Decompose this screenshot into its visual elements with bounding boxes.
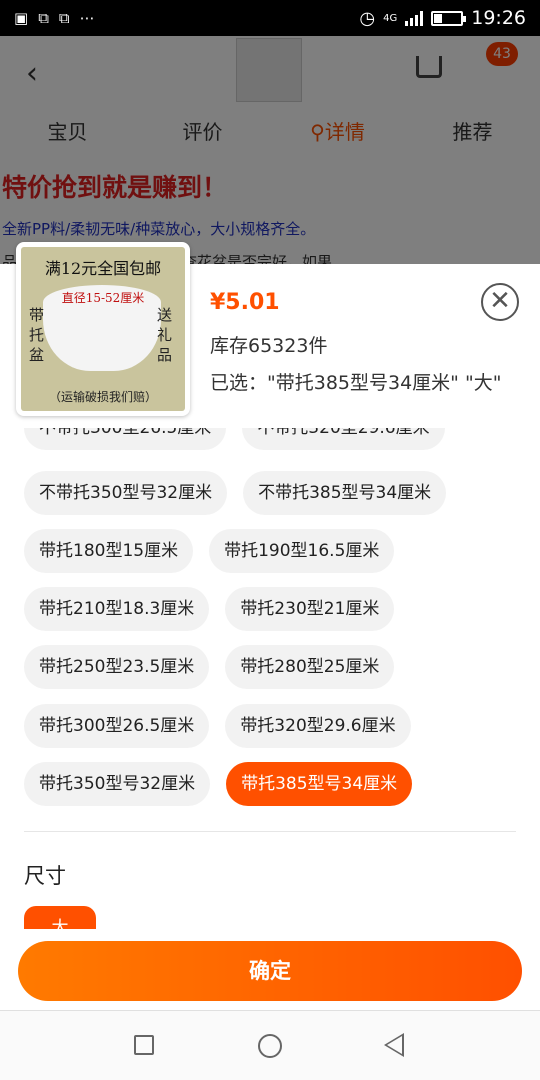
option-chip[interactable]: 带托230型21厘米 <box>225 587 395 631</box>
price: ¥5.01 <box>210 290 280 315</box>
status-bar: ▣ ⧉ ⧉ ⋯ ◷ 4G 19:26 <box>0 0 540 36</box>
cast-icon: ⧉ <box>58 9 70 27</box>
close-icon: ✕ <box>489 286 511 316</box>
option-row: 带托180型15厘米 带托190型16.5厘米 <box>24 529 395 573</box>
option-chip[interactable]: 带托250型23.5厘米 <box>24 645 210 689</box>
close-button[interactable]: ✕ <box>481 283 519 321</box>
network-label: 4G <box>383 12 398 24</box>
photo-caption-size: 直径15-52厘米 <box>61 291 145 305</box>
selected-summary: 已选："带托385型号34厘米" "大" <box>210 372 502 394</box>
cast-icon: ⧉ <box>38 9 49 27</box>
notification-icons: ▣ ⧉ ⧉ ⋯ <box>14 9 95 27</box>
product-photo: 满12元全国包邮 直径15-52厘米 带托盆 送礼品 （运输破损我们赔） <box>21 247 185 411</box>
option-chip[interactable]: 带托280型25厘米 <box>225 645 395 689</box>
photo-caption-left: 带托盆 <box>29 306 45 364</box>
options-scroll-area[interactable]: 不带托300型26.5厘米 不带托320型29.6厘米 不带托350型号32厘米… <box>0 428 540 929</box>
home-icon[interactable] <box>258 1034 282 1058</box>
option-row: 带托350型号32厘米 带托385型号34厘米 <box>24 762 413 806</box>
option-row: 带托300型26.5厘米 带托320型29.6厘米 <box>24 704 411 748</box>
size-chip-selected[interactable]: 大 <box>24 906 96 929</box>
option-chip[interactable]: 带托320型29.6厘米 <box>225 704 411 748</box>
image-icon: ▣ <box>14 9 29 27</box>
option-chip[interactable]: 不带托385型号34厘米 <box>243 471 447 515</box>
stock-count: 库存65323件 <box>210 335 328 357</box>
photo-caption-top: 满12元全国包邮 <box>44 259 162 278</box>
system-nav-bar <box>0 1010 540 1080</box>
option-row: 带托210型18.3厘米 带托230型21厘米 <box>24 587 395 631</box>
divider <box>24 831 516 832</box>
option-chip[interactable]: 带托300型26.5厘米 <box>24 704 210 748</box>
option-chip-selected[interactable]: 带托385型号34厘米 <box>226 762 413 806</box>
size-section-title: 尺寸 <box>24 864 66 888</box>
option-chip[interactable]: 带托180型15厘米 <box>24 529 194 573</box>
photo-caption-right: 送礼品 <box>157 306 173 364</box>
option-chip[interactable]: 不带托300型26.5厘米 <box>24 428 227 450</box>
option-row: 不带托350型号32厘米 不带托385型号34厘米 <box>24 471 447 515</box>
option-chip[interactable]: 不带托320型29.6厘米 <box>242 428 445 450</box>
overlay-dim[interactable] <box>0 36 540 264</box>
option-row: 不带托300型26.5厘米 不带托320型29.6厘米 <box>24 428 445 450</box>
option-chip[interactable]: 带托190型16.5厘米 <box>209 529 395 573</box>
status-right: ◷ 4G 19:26 <box>359 7 526 29</box>
back-icon[interactable] <box>384 1033 404 1057</box>
clock: 19:26 <box>471 7 526 29</box>
option-chip[interactable]: 带托350型号32厘米 <box>24 762 211 806</box>
recents-icon[interactable] <box>134 1035 154 1055</box>
more-icon: ⋯ <box>79 9 95 27</box>
photo-caption-bottom: （运输破损我们赔） <box>48 390 157 404</box>
option-chip[interactable]: 带托210型18.3厘米 <box>24 587 210 631</box>
alarm-icon: ◷ <box>359 7 376 29</box>
signal-icon <box>405 10 424 26</box>
option-chip[interactable]: 不带托350型号32厘米 <box>24 471 228 515</box>
battery-icon <box>431 10 467 26</box>
product-image[interactable]: 满12元全国包邮 直径15-52厘米 带托盆 送礼品 （运输破损我们赔） <box>16 242 190 416</box>
option-row: 带托250型23.5厘米 带托280型25厘米 <box>24 645 395 689</box>
confirm-button[interactable]: 确定 <box>18 941 522 1001</box>
